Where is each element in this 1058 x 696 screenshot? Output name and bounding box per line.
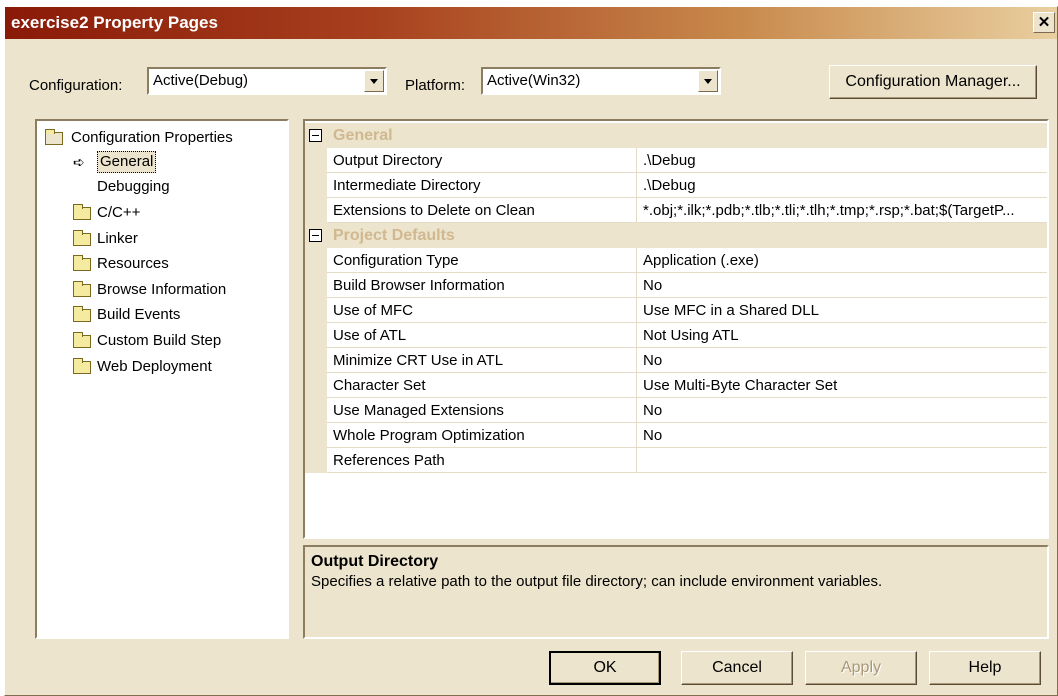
configuration-value: Active(Debug): [153, 72, 249, 89]
category-general[interactable]: General: [305, 123, 1047, 148]
property-name: Use of MFC: [327, 298, 637, 323]
row-gutter: [305, 373, 327, 398]
collapse-icon[interactable]: [309, 229, 322, 242]
property-grid: General Output Directory .\Debug Interme…: [303, 119, 1049, 539]
settings-tree: Configuration Properties ➪ General Debug…: [35, 119, 289, 639]
property-row[interactable]: Configuration Type Application (.exe): [305, 248, 1047, 273]
row-gutter: [305, 273, 327, 298]
property-name: Use of ATL: [327, 323, 637, 348]
close-button[interactable]: ✕: [1033, 12, 1055, 33]
folder-icon: [73, 204, 91, 220]
property-value[interactable]: Use MFC in a Shared DLL: [637, 298, 1047, 323]
property-row[interactable]: Use of ATL Not Using ATL: [305, 323, 1047, 348]
tree-item-label: Build Events: [97, 306, 181, 323]
property-value[interactable]: Application (.exe): [637, 248, 1047, 273]
property-value[interactable]: [637, 448, 1047, 473]
property-value[interactable]: No: [637, 423, 1047, 448]
title-bar[interactable]: exercise2 Property Pages ✕: [5, 7, 1057, 39]
property-row[interactable]: Character Set Use Multi-Byte Character S…: [305, 373, 1047, 398]
property-name: Character Set: [327, 373, 637, 398]
property-name: References Path: [327, 448, 637, 473]
property-name: Minimize CRT Use in ATL: [327, 348, 637, 373]
platform-combo[interactable]: Active(Win32): [481, 67, 721, 95]
property-row[interactable]: Minimize CRT Use in ATL No: [305, 348, 1047, 373]
property-value[interactable]: Use Multi-Byte Character Set: [637, 373, 1047, 398]
folder-icon: [73, 230, 91, 246]
tree-item-label: General: [97, 151, 157, 173]
ok-button[interactable]: OK: [549, 651, 661, 685]
description-text: Specifies a relative path to the output …: [311, 573, 883, 590]
platform-value: Active(Win32): [487, 72, 581, 89]
row-gutter: [305, 173, 327, 198]
property-name: Intermediate Directory: [327, 173, 637, 198]
folder-icon: [73, 255, 91, 271]
tree-item-label: Custom Build Step: [97, 332, 222, 349]
tree-item-label: Resources: [97, 255, 169, 272]
folder-icon: [73, 332, 91, 348]
row-gutter: [305, 298, 327, 323]
collapse-icon[interactable]: [309, 129, 322, 142]
property-value[interactable]: .\Debug: [637, 148, 1047, 173]
folder-icon: [73, 306, 91, 322]
property-row[interactable]: Use Managed Extensions No: [305, 398, 1047, 423]
chevron-down-icon[interactable]: [364, 70, 384, 92]
property-name: Output Directory: [327, 148, 637, 173]
tree-item-label: C/C++: [97, 204, 141, 221]
property-value[interactable]: No: [637, 398, 1047, 423]
row-gutter: [305, 323, 327, 348]
property-value[interactable]: .\Debug: [637, 173, 1047, 198]
row-gutter: [305, 348, 327, 373]
help-button[interactable]: Help: [929, 651, 1041, 685]
property-row[interactable]: Intermediate Directory .\Debug: [305, 173, 1047, 198]
category-title: General: [333, 127, 393, 144]
folder-icon: [73, 358, 91, 374]
property-name: Use Managed Extensions: [327, 398, 637, 423]
folder-icon: [73, 281, 91, 297]
open-folder-icon: [45, 129, 63, 145]
property-row[interactable]: Use of MFC Use MFC in a Shared DLL: [305, 298, 1047, 323]
chevron-down-icon[interactable]: [698, 70, 718, 92]
row-gutter: [305, 248, 327, 273]
property-name: Build Browser Information: [327, 273, 637, 298]
property-value[interactable]: *.obj;*.ilk;*.pdb;*.tlb;*.tli;*.tlh;*.tm…: [637, 198, 1047, 223]
property-pages-dialog: exercise2 Property Pages ✕ Configuration…: [4, 6, 1058, 696]
arrow-icon: ➪: [73, 154, 85, 170]
configuration-manager-button[interactable]: Configuration Manager...: [829, 65, 1037, 99]
tree-item-label: Web Deployment: [97, 358, 212, 375]
description-panel: Output Directory Specifies a relative pa…: [303, 545, 1049, 639]
description-title: Output Directory: [311, 553, 439, 570]
configuration-label: Configuration:: [29, 77, 123, 94]
category-project-defaults[interactable]: Project Defaults: [305, 223, 1047, 248]
property-row[interactable]: Build Browser Information No: [305, 273, 1047, 298]
apply-button[interactable]: Apply: [805, 651, 917, 685]
cancel-button[interactable]: Cancel: [681, 651, 793, 685]
window-title: exercise2 Property Pages: [11, 13, 218, 32]
tree-item-label: Browse Information: [97, 281, 227, 298]
category-title: Project Defaults: [333, 227, 455, 244]
property-name: Configuration Type: [327, 248, 637, 273]
platform-label: Platform:: [405, 77, 466, 94]
configuration-combo[interactable]: Active(Debug): [147, 67, 387, 95]
property-value[interactable]: Not Using ATL: [637, 323, 1047, 348]
property-row[interactable]: Extensions to Delete on Clean *.obj;*.il…: [305, 198, 1047, 223]
row-gutter: [305, 423, 327, 448]
row-gutter: [305, 398, 327, 423]
tree-item-label: Linker: [97, 230, 138, 247]
tree-item-label: Debugging: [97, 178, 170, 195]
tree-root-label: Configuration Properties: [71, 129, 233, 146]
property-value[interactable]: No: [637, 273, 1047, 298]
property-row[interactable]: Output Directory .\Debug: [305, 148, 1047, 173]
row-gutter: [305, 148, 327, 173]
property-name: Extensions to Delete on Clean: [327, 198, 637, 223]
row-gutter: [305, 198, 327, 223]
property-name: Whole Program Optimization: [327, 423, 637, 448]
property-row[interactable]: Whole Program Optimization No: [305, 423, 1047, 448]
row-gutter: [305, 448, 327, 473]
property-row[interactable]: References Path: [305, 448, 1047, 473]
property-value[interactable]: No: [637, 348, 1047, 373]
